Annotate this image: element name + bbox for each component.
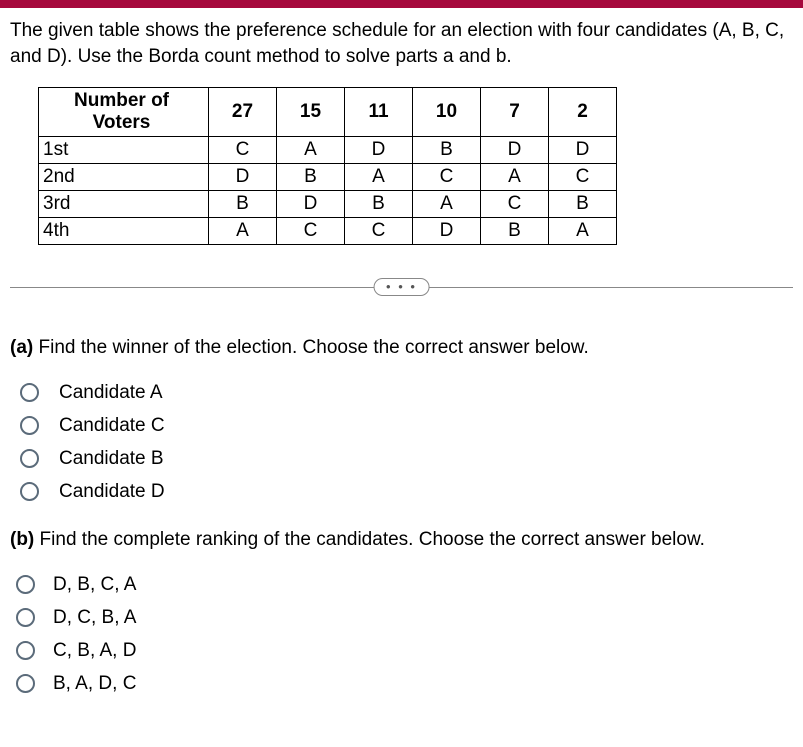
option-a-3[interactable]: Candidate D bbox=[20, 482, 793, 501]
radio-icon[interactable] bbox=[16, 641, 35, 660]
option-a-0[interactable]: Candidate A bbox=[20, 383, 793, 402]
row-label: 3rd bbox=[39, 191, 209, 218]
cell: B bbox=[277, 164, 345, 191]
problem-statement: The given table shows the preference sch… bbox=[10, 18, 793, 69]
cell: D bbox=[277, 191, 345, 218]
row-label: 2nd bbox=[39, 164, 209, 191]
option-label: C, B, A, D bbox=[53, 641, 136, 660]
radio-icon[interactable] bbox=[20, 383, 39, 402]
table-header-row: Number of Voters 27 15 11 10 7 2 bbox=[39, 88, 617, 137]
cell: D bbox=[413, 218, 481, 245]
radio-icon[interactable] bbox=[20, 416, 39, 435]
option-b-0[interactable]: D, B, C, A bbox=[16, 575, 793, 594]
question-a-label: (a) bbox=[10, 337, 33, 358]
option-label: Candidate C bbox=[59, 416, 165, 435]
cell: A bbox=[345, 164, 413, 191]
question-a: (a) Find the winner of the election. Cho… bbox=[10, 337, 793, 359]
top-accent-bar bbox=[0, 0, 803, 8]
option-a-1[interactable]: Candidate C bbox=[20, 416, 793, 435]
option-b-2[interactable]: C, B, A, D bbox=[16, 641, 793, 660]
cell: D bbox=[549, 137, 617, 164]
cell: A bbox=[277, 137, 345, 164]
option-b-3[interactable]: B, A, D, C bbox=[16, 674, 793, 693]
col-header: 27 bbox=[209, 88, 277, 137]
preference-table: Number of Voters 27 15 11 10 7 2 1st C A… bbox=[38, 87, 617, 245]
col-header: 2 bbox=[549, 88, 617, 137]
question-a-text: Find the winner of the election. Choose … bbox=[33, 337, 589, 358]
col-header: 11 bbox=[345, 88, 413, 137]
cell: C bbox=[345, 218, 413, 245]
table-row: 3rd B D B A C B bbox=[39, 191, 617, 218]
cell: B bbox=[345, 191, 413, 218]
cell: C bbox=[413, 164, 481, 191]
cell: C bbox=[277, 218, 345, 245]
cell: B bbox=[549, 191, 617, 218]
content-area: The given table shows the preference sch… bbox=[0, 8, 803, 731]
question-b-text: Find the complete ranking of the candida… bbox=[34, 529, 705, 550]
radio-icon[interactable] bbox=[20, 482, 39, 501]
cell: D bbox=[481, 137, 549, 164]
header-label: Number of Voters bbox=[39, 88, 209, 137]
row-label: 1st bbox=[39, 137, 209, 164]
table-row: 1st C A D B D D bbox=[39, 137, 617, 164]
option-label: B, A, D, C bbox=[53, 674, 136, 693]
preference-table-wrap: Number of Voters 27 15 11 10 7 2 1st C A… bbox=[38, 87, 793, 245]
option-label: Candidate D bbox=[59, 482, 165, 501]
cell: B bbox=[413, 137, 481, 164]
expand-pill[interactable]: • • • bbox=[373, 278, 430, 296]
cell: A bbox=[549, 218, 617, 245]
radio-icon[interactable] bbox=[16, 575, 35, 594]
radio-icon[interactable] bbox=[16, 608, 35, 627]
radio-icon[interactable] bbox=[16, 674, 35, 693]
option-label: D, C, B, A bbox=[53, 608, 136, 627]
option-a-2[interactable]: Candidate B bbox=[20, 449, 793, 468]
row-label: 4th bbox=[39, 218, 209, 245]
col-header: 7 bbox=[481, 88, 549, 137]
radio-icon[interactable] bbox=[20, 449, 39, 468]
cell: D bbox=[209, 164, 277, 191]
option-label: Candidate B bbox=[59, 449, 164, 468]
question-b: (b) Find the complete ranking of the can… bbox=[10, 529, 793, 551]
cell: D bbox=[345, 137, 413, 164]
cell: A bbox=[481, 164, 549, 191]
table-row: 4th A C C D B A bbox=[39, 218, 617, 245]
cell: B bbox=[209, 191, 277, 218]
option-b-1[interactable]: D, C, B, A bbox=[16, 608, 793, 627]
option-label: D, B, C, A bbox=[53, 575, 136, 594]
options-a: Candidate A Candidate C Candidate B Cand… bbox=[10, 383, 793, 501]
option-label: Candidate A bbox=[59, 383, 163, 402]
cell: A bbox=[209, 218, 277, 245]
cell: C bbox=[481, 191, 549, 218]
options-b: D, B, C, A D, C, B, A C, B, A, D B, A, D… bbox=[10, 575, 793, 693]
col-header: 10 bbox=[413, 88, 481, 137]
cell: C bbox=[209, 137, 277, 164]
cell: B bbox=[481, 218, 549, 245]
table-row: 2nd D B A C A C bbox=[39, 164, 617, 191]
section-divider: • • • bbox=[10, 273, 793, 301]
question-b-label: (b) bbox=[10, 529, 34, 550]
col-header: 15 bbox=[277, 88, 345, 137]
cell: A bbox=[413, 191, 481, 218]
cell: C bbox=[549, 164, 617, 191]
